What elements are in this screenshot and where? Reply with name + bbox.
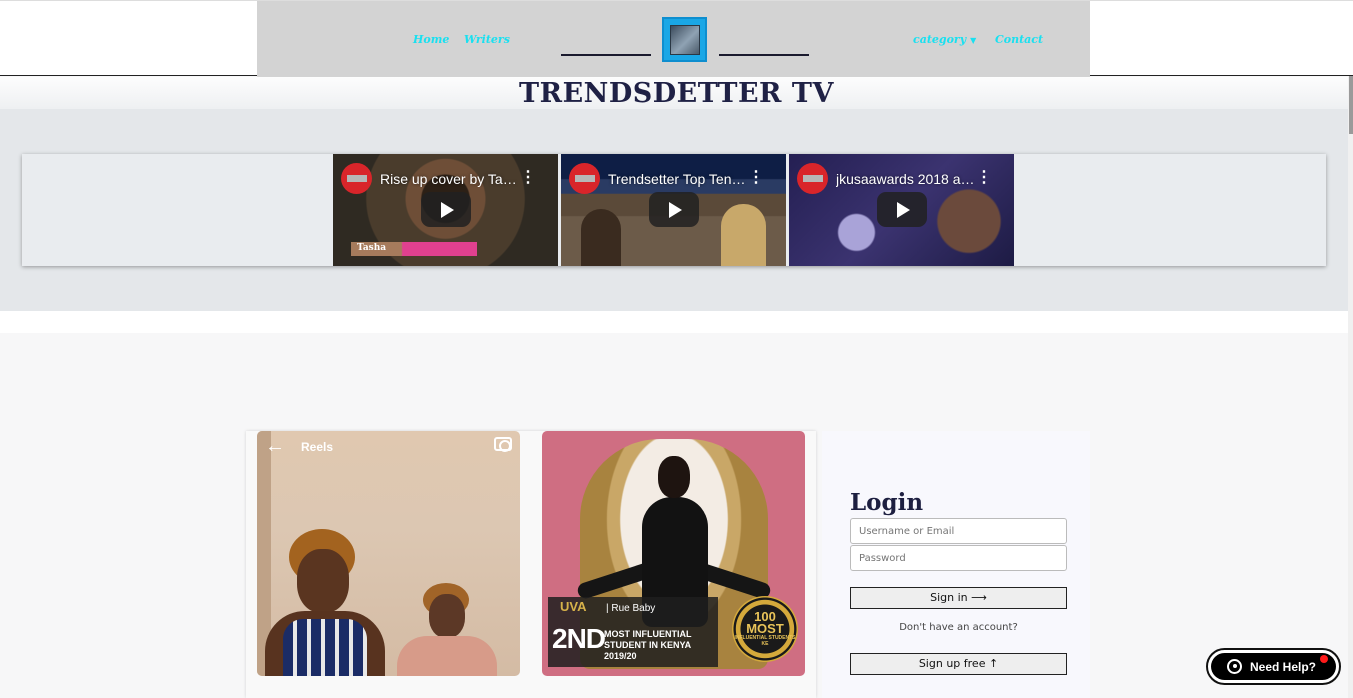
signup-button[interactable]: Sign up free ↑ [850,653,1067,675]
more-vertical-icon[interactable]: ⋮ [976,170,992,186]
video-embed[interactable]: jkusaawards 2018 awards ⋮ [789,154,1014,266]
login-panel: Login Sign in ⟶ Don't have an account? S… [822,431,1090,698]
page-scrollbar[interactable] [1348,76,1353,698]
reel-post[interactable]: ← Reels [257,431,520,676]
scrollbar-thumb[interactable] [1349,76,1353,134]
nav-divider-right [719,54,809,56]
video-title[interactable]: jkusaawards 2018 awards [836,171,976,187]
video-embed[interactable]: Tasha Rise up cover by Tasha ⋮ [333,154,558,266]
caret-down-icon: ▼ [970,35,977,45]
notification-dot [1320,655,1328,663]
brand-logo-icon[interactable] [662,17,707,62]
posts-panel: ← Reels UVA | Rue Baby 2ND MOST INFLUENT… [246,431,816,698]
reels-label: Reels [301,440,334,454]
channel-avatar-icon[interactable] [341,163,372,194]
need-help-label: Need Help? [1250,659,1317,674]
channel-avatar-icon[interactable] [797,163,828,194]
signin-button[interactable]: Sign in ⟶ [850,587,1067,609]
camera-icon[interactable] [494,437,512,452]
award-post[interactable]: UVA | Rue Baby 2ND MOST INFLUENTIAL STUD… [542,431,805,676]
password-field[interactable] [850,545,1067,571]
nav-category[interactable]: category ▼ [913,33,976,46]
more-vertical-icon[interactable]: ⋮ [520,170,536,186]
play-icon[interactable] [649,192,699,227]
video-carousel: Tasha Rise up cover by Tasha ⋮ Trendsett… [22,154,1326,266]
nav-home[interactable]: Home [413,33,449,46]
award-badge-icon: 100 MOST INFLUENTIAL STUDENTS KE [732,596,798,662]
video-embed[interactable]: Trendsetter Top Ten Awards ⋮ [561,154,786,266]
award-banner: UVA | Rue Baby 2ND MOST INFLUENTIAL STUD… [548,597,718,667]
login-title: Login [850,489,924,516]
username-field[interactable] [850,518,1067,544]
more-vertical-icon[interactable]: ⋮ [748,170,764,186]
nav-contact[interactable]: Contact [995,33,1043,46]
whatsapp-icon [1227,659,1242,674]
video-title[interactable]: Rise up cover by Tasha [380,171,520,187]
play-icon[interactable] [421,192,471,227]
section-divider [0,311,1348,333]
tv-section: Tasha Rise up cover by Tasha ⋮ Trendsett… [0,109,1348,311]
need-help-button[interactable]: Need Help? [1206,648,1341,685]
nav-writers[interactable]: Writers [464,33,510,46]
section-title: TRENDSDETTER TV [519,78,834,109]
nav-category-label: category [913,33,967,46]
channel-avatar-icon[interactable] [569,163,600,194]
no-account-text: Don't have an account? [899,622,1018,633]
play-icon[interactable] [877,192,927,227]
video-caption-strip: Tasha [351,242,477,256]
site-header: Home Writers category ▼ Contact [0,0,1353,77]
nav-divider-left [561,54,651,56]
arrow-left-icon[interactable]: ← [265,435,285,458]
video-title[interactable]: Trendsetter Top Ten Awards [608,171,748,187]
